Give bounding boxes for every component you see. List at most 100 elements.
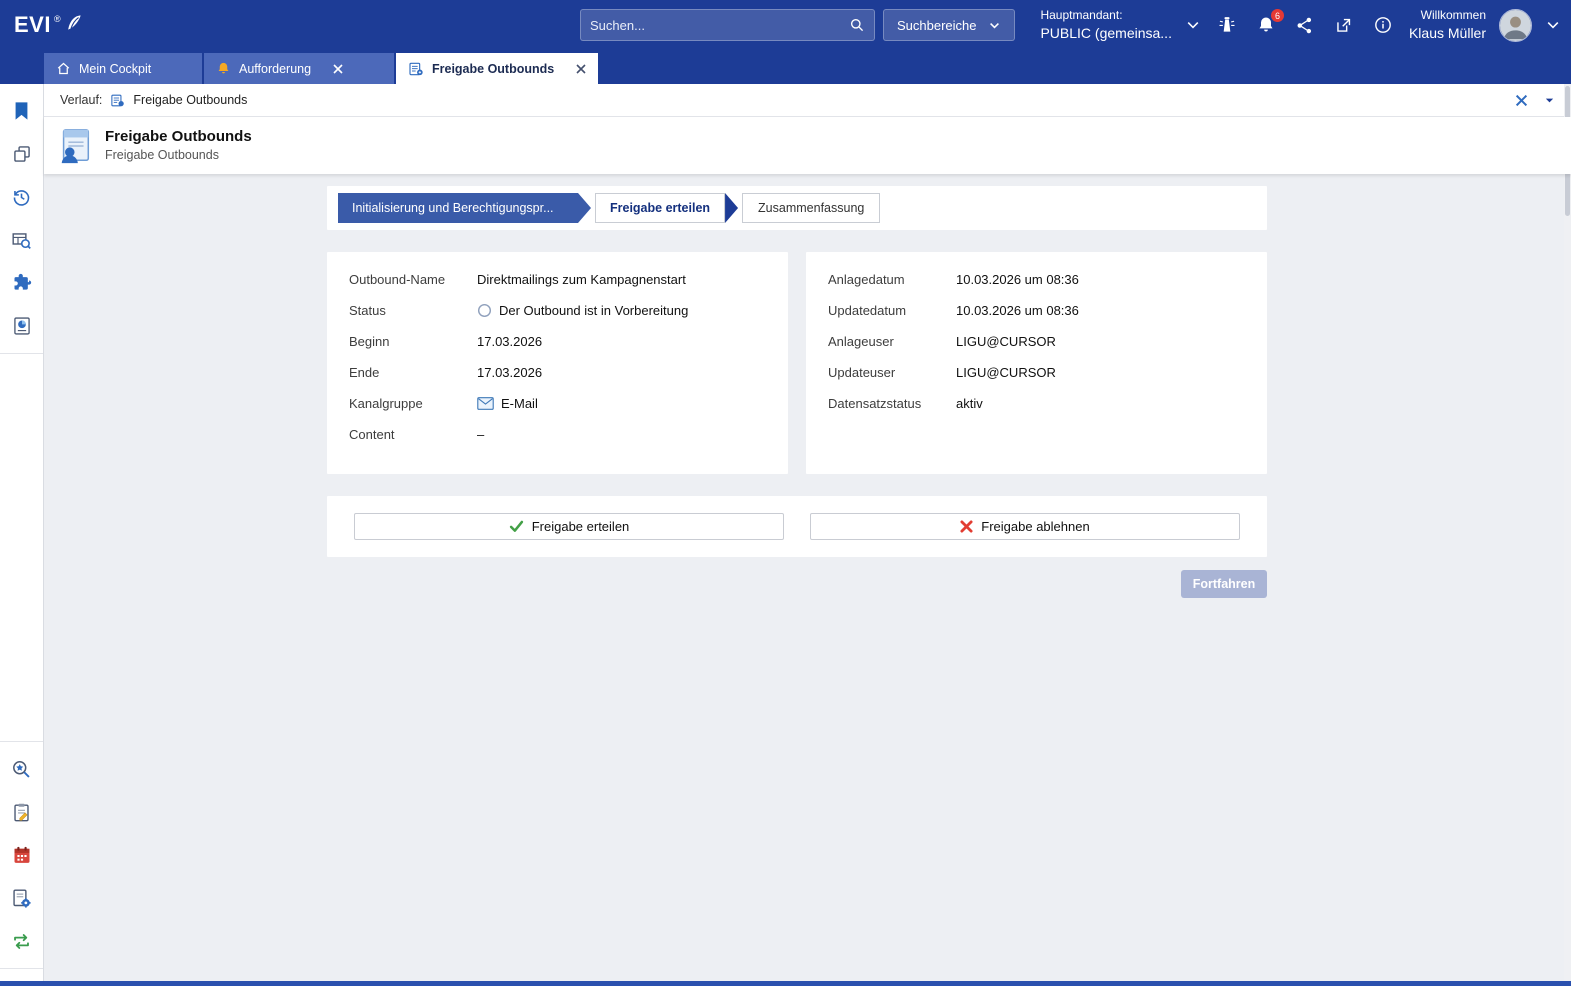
field-label: Anlagedatum [828, 272, 956, 287]
main-area: Verlauf: Freigabe Outbounds Freigabe Out… [44, 84, 1571, 981]
user-menu-chevron-icon[interactable] [1545, 17, 1561, 33]
record-metadata-card: Anlagedatum 10.03.2026 um 08:36 Updateda… [806, 252, 1267, 474]
topbar: EVI® Suchbereiche Hauptmandant: PUBLIC (… [0, 0, 1571, 50]
home-icon [56, 61, 71, 76]
sidebar-calendar-button[interactable] [10, 843, 34, 867]
page-subtitle: Freigabe Outbounds [105, 147, 252, 164]
check-icon [509, 519, 524, 534]
detail-row: Datensatzstatus aktiv [828, 393, 1245, 414]
approve-button[interactable]: Freigabe erteilen [354, 513, 784, 540]
main-client-selector[interactable]: Hauptmandant: PUBLIC (gemeinsa... [1040, 8, 1172, 42]
sidebar-divider [0, 353, 43, 354]
client-chevron-down-icon[interactable] [1185, 17, 1201, 33]
close-icon[interactable] [1515, 94, 1528, 107]
sidebar-divider [0, 968, 43, 969]
outbound-doc-icon [408, 61, 424, 77]
detail-row: Updateuser LIGU@CURSOR [828, 362, 1245, 383]
global-search [580, 9, 875, 41]
detail-row: Kanalgruppe E-Mail [349, 393, 766, 414]
lighthouse-icon [1217, 15, 1237, 35]
notifications-button[interactable]: 6 [1253, 12, 1279, 38]
info-icon [1373, 15, 1393, 35]
sidebar-clipboard-button[interactable] [10, 800, 34, 824]
wizard-step-label: Freigabe erteilen [610, 201, 710, 215]
history-icon [11, 187, 32, 208]
sidebar-table-search-button[interactable] [10, 228, 34, 252]
sidebar-top-group [0, 84, 43, 353]
search-input[interactable] [590, 18, 849, 33]
continue-button[interactable]: Fortfahren [1181, 570, 1267, 598]
search-scope-button[interactable]: Suchbereiche [883, 9, 1015, 41]
kanalgruppe-text: E-Mail [501, 396, 538, 411]
field-label: Updateuser [828, 365, 956, 380]
reject-button[interactable]: Freigabe ablehnen [810, 513, 1240, 540]
field-value: LIGU@CURSOR [956, 334, 1056, 349]
welcome-text: Willkommen Klaus Müller [1409, 8, 1486, 42]
field-label: Anlageuser [828, 334, 956, 349]
field-value: LIGU@CURSOR [956, 365, 1056, 380]
sidebar-sync-button[interactable] [10, 929, 34, 953]
window-bottom-bar [0, 981, 1571, 986]
avatar-image [1500, 10, 1531, 41]
global-search-group: Suchbereiche [580, 9, 1015, 41]
wizard-step-zusammenfassung[interactable]: Zusammenfassung [742, 193, 880, 223]
copies-icon [12, 144, 32, 164]
client-value: PUBLIC (gemeinsa... [1040, 24, 1172, 42]
info-button[interactable] [1370, 12, 1396, 38]
document-settings-icon [11, 888, 32, 909]
saved-search-icon [11, 759, 32, 780]
tab-freigabe-outbounds[interactable]: Freigabe Outbounds [396, 53, 598, 84]
radio-unchecked-icon [477, 303, 492, 318]
wizard-step-freigabe-erteilen[interactable]: Freigabe erteilen [595, 193, 738, 223]
field-label: Beginn [349, 334, 477, 349]
share-icon [1295, 16, 1314, 35]
field-label: Datensatzstatus [828, 396, 956, 411]
detail-row: Updatedatum 10.03.2026 um 08:36 [828, 300, 1245, 321]
sidebar-report-button[interactable] [10, 314, 34, 338]
sidebar-bookmarks-button[interactable] [10, 99, 34, 123]
logo-text: EVI [14, 12, 51, 38]
sync-icon [11, 932, 32, 951]
chevron-down-icon[interactable] [1544, 95, 1555, 106]
wizard-steps: Initialisierung und Berechtigungspr... F… [338, 193, 1256, 223]
tab-label: Freigabe Outbounds [432, 62, 554, 76]
detail-row: Status Der Outbound ist in Vorbereitung [349, 300, 766, 321]
logo-registered-mark: ® [54, 14, 61, 24]
client-label: Hauptmandant: [1040, 8, 1172, 24]
field-value: Direktmailings zum Kampagnenstart [477, 272, 686, 287]
open-external-button[interactable] [1331, 12, 1357, 38]
tab-label: Aufforderung [239, 62, 311, 76]
breadcrumb-item[interactable]: Freigabe Outbounds [133, 93, 247, 107]
field-label: Content [349, 427, 477, 442]
sidebar-copies-button[interactable] [10, 142, 34, 166]
share-button[interactable] [1292, 12, 1318, 38]
tab-close-button[interactable] [333, 64, 343, 74]
sail-logo-icon [64, 13, 84, 33]
tab-bar: Mein Cockpit Aufforderung Freigabe Outbo… [0, 50, 1571, 84]
sidebar [0, 84, 44, 981]
wizard-step-arrow-icon [725, 193, 738, 223]
field-label: Ende [349, 365, 477, 380]
field-label: Status [349, 303, 477, 318]
sidebar-document-settings-button[interactable] [10, 886, 34, 910]
wizard-step-label: Zusammenfassung [758, 201, 864, 215]
field-label: Outbound-Name [349, 272, 477, 287]
table-search-icon [11, 230, 32, 251]
sidebar-history-button[interactable] [10, 185, 34, 209]
sidebar-plugins-button[interactable] [10, 271, 34, 295]
wizard-step-initialisierung[interactable]: Initialisierung und Berechtigungspr... [338, 193, 591, 223]
detail-row: Anlageuser LIGU@CURSOR [828, 331, 1245, 352]
user-avatar[interactable] [1499, 9, 1532, 42]
sidebar-saved-search-button[interactable] [10, 757, 34, 781]
tab-mein-cockpit[interactable]: Mein Cockpit [44, 53, 202, 84]
content-area: Initialisierung und Berechtigungspr... F… [44, 174, 1571, 981]
tab-close-button[interactable] [576, 64, 586, 74]
field-label: Kanalgruppe [349, 396, 477, 411]
detail-row: Ende 17.03.2026 [349, 362, 766, 383]
field-label: Updatedatum [828, 303, 956, 318]
tab-aufforderung[interactable]: Aufforderung [204, 53, 394, 84]
lighthouse-button[interactable] [1214, 12, 1240, 38]
field-value: Der Outbound ist in Vorbereitung [477, 303, 688, 318]
vertical-scrollbar[interactable] [1564, 84, 1571, 981]
search-icon[interactable] [849, 17, 865, 33]
